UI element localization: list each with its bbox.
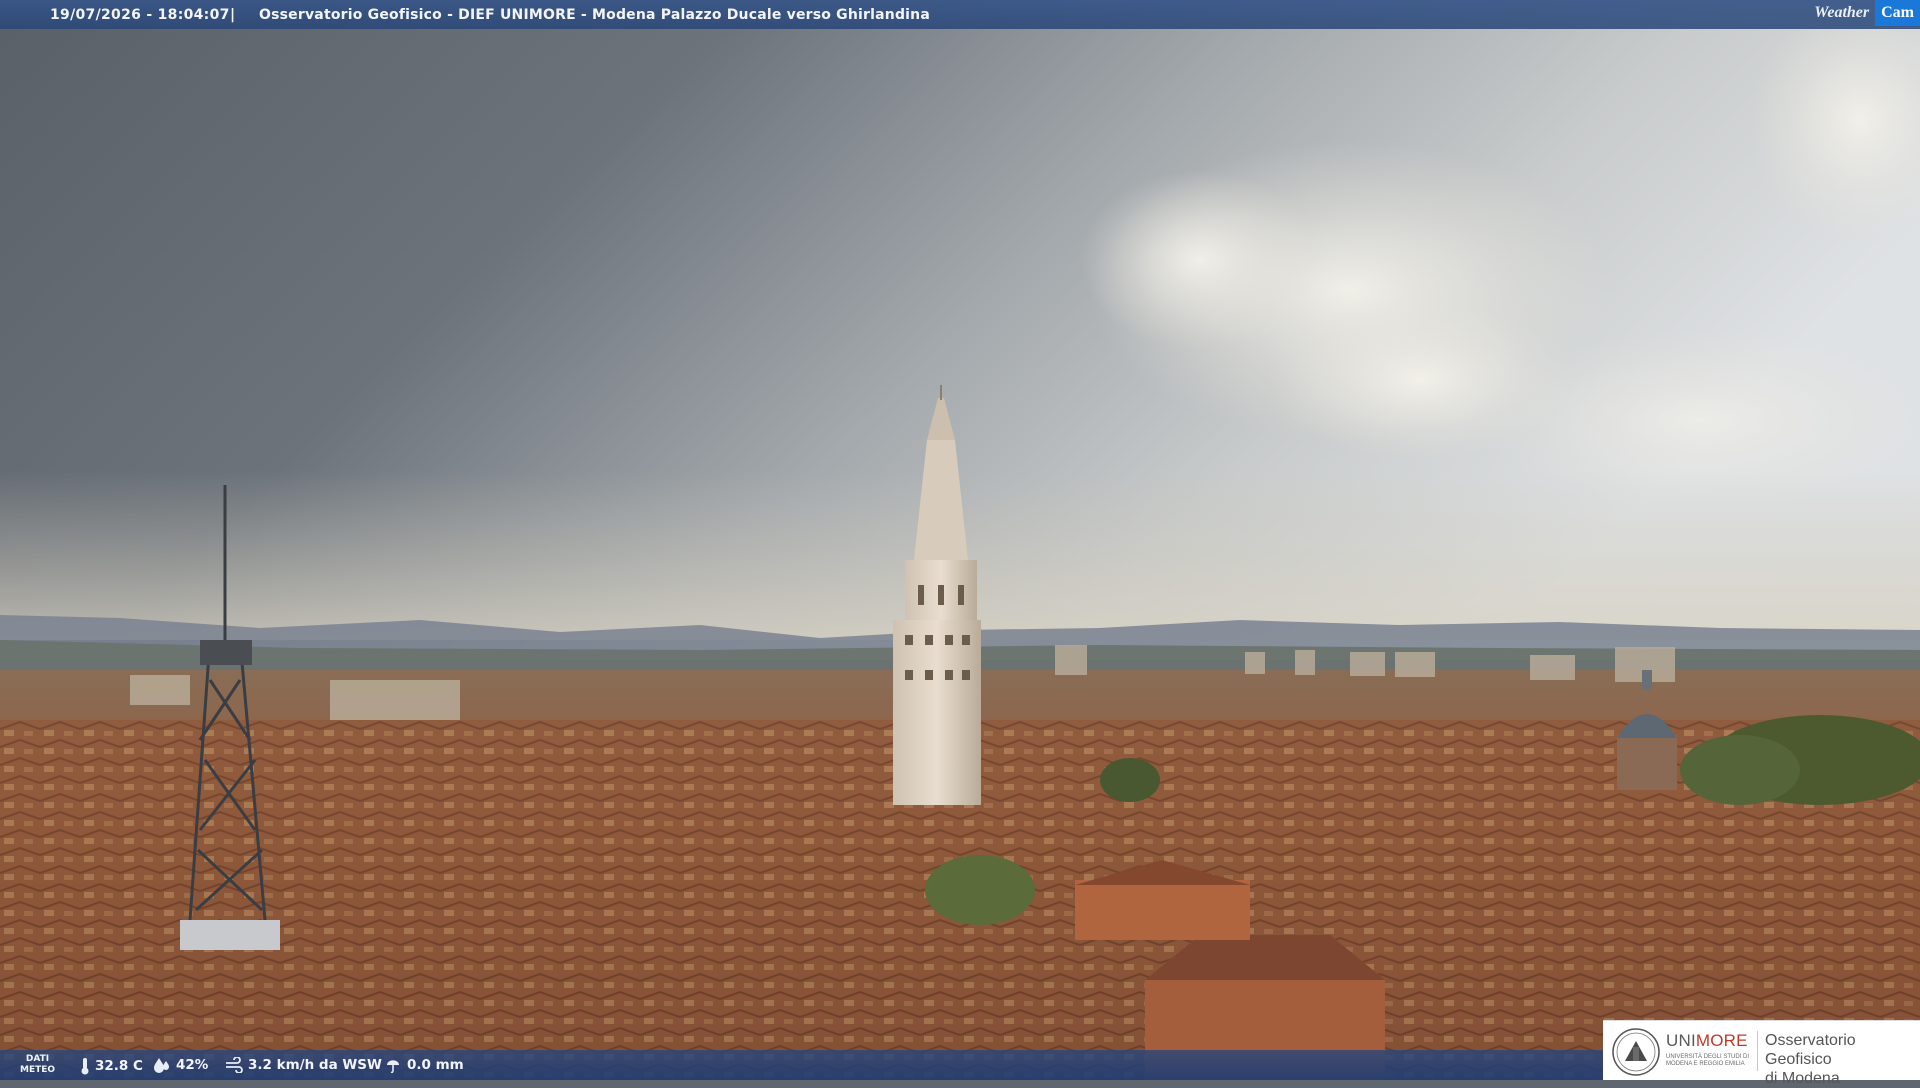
webcam-image: [0, 0, 1920, 1080]
brand-cam-text: Cam: [1875, 0, 1920, 26]
top-info-bar: 19/07/2026 - 18:04:07 | Osservatorio Geo…: [0, 0, 1920, 29]
humidity-metric: 42%: [153, 1057, 208, 1073]
thermometer-icon: [81, 1058, 89, 1075]
rain-metric: 0.0 mm: [384, 1057, 464, 1073]
observatory-name: Osservatorio Geofisico di Modena: [1765, 1032, 1856, 1087]
unimore-subtitle: UNIVERSITÀ DEGLI STUDI DI MODENA E REGGI…: [1666, 1054, 1750, 1067]
wind-value: 3.2 km/h da WSW: [248, 1057, 382, 1073]
wind-metric: 3.2 km/h da WSW: [225, 1057, 382, 1073]
weather-data-bar: DATI METEO 32.8 C 42% 3.2 km/h da WSW 0.…: [0, 1050, 1605, 1080]
humidity-drop-icon: [154, 1058, 169, 1073]
humidity-value: 42%: [176, 1057, 209, 1073]
university-seal-icon: [1612, 1028, 1660, 1076]
rain-value: 0.0 mm: [407, 1057, 464, 1073]
unimore-logo[interactable]: UNIMORE UNIVERSITÀ DEGLI STUDI DI MODENA…: [1603, 1020, 1920, 1087]
weathercam-brand[interactable]: Weather Cam: [1806, 0, 1920, 26]
title-separator: |: [230, 6, 236, 23]
camera-title: Osservatorio Geofisico - DIEF UNIMORE - …: [259, 6, 930, 23]
brand-weather-text: Weather: [1814, 4, 1870, 21]
temperature-metric: 32.8 C: [80, 1057, 143, 1075]
unimore-name: UNIMORE: [1666, 1031, 1748, 1050]
timestamp: 19/07/2026 - 18:04:07: [50, 6, 230, 23]
weather-data-label: DATI METEO: [20, 1054, 56, 1075]
wind-icon: [226, 1057, 243, 1073]
temperature-value: 32.8 C: [95, 1058, 143, 1074]
rain-gauge-icon: [387, 1060, 399, 1073]
logo-divider: [1757, 1031, 1758, 1071]
